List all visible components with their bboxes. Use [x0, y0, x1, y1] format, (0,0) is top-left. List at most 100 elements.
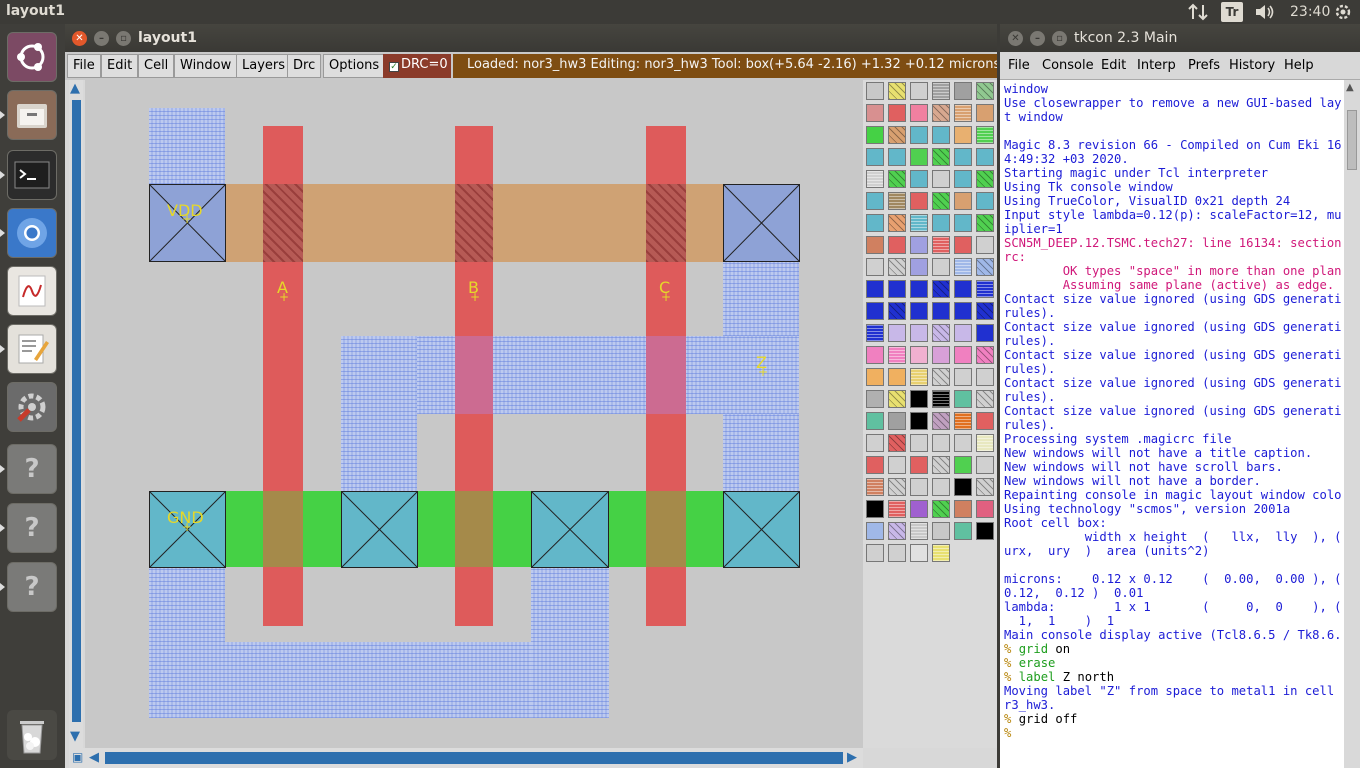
minimize-window-icon[interactable]: – [94, 31, 109, 46]
layer-swatch[interactable] [910, 478, 928, 496]
layer-swatch[interactable] [976, 434, 994, 452]
layer-swatch[interactable] [866, 324, 884, 342]
layer-swatch[interactable] [932, 478, 950, 496]
layer-swatch[interactable] [954, 478, 972, 496]
layer-swatch[interactable] [932, 346, 950, 364]
layer-swatch[interactable] [932, 126, 950, 144]
layer-swatch[interactable] [976, 324, 994, 342]
layer-swatch[interactable] [888, 148, 906, 166]
layer-swatch[interactable] [888, 170, 906, 188]
layer-swatch[interactable] [910, 302, 928, 320]
ubuntu-dash-icon[interactable] [7, 32, 57, 82]
layer-swatch[interactable] [910, 280, 928, 298]
layer-swatch[interactable] [954, 104, 972, 122]
layer-swatch[interactable] [932, 170, 950, 188]
tkcon-menu-history[interactable]: History [1229, 58, 1275, 73]
tkcon-menu-file[interactable]: File [1008, 58, 1030, 73]
layer-swatch[interactable] [888, 126, 906, 144]
layer-swatch[interactable] [888, 412, 906, 430]
layer-swatch[interactable] [888, 214, 906, 232]
layer-swatch[interactable] [954, 258, 972, 276]
layer-swatch[interactable] [888, 390, 906, 408]
layer-swatch[interactable] [910, 258, 928, 276]
layer-swatch[interactable] [866, 368, 884, 386]
layer-swatch[interactable] [932, 500, 950, 518]
layer-swatch[interactable] [866, 346, 884, 364]
layer-swatch[interactable] [954, 82, 972, 100]
zoom-box-icon[interactable]: ▣ [72, 750, 83, 764]
tkcon-menu-edit[interactable]: Edit [1101, 58, 1126, 73]
drc-toggle[interactable]: ✓ DRC=0 [383, 54, 451, 78]
unknown-app-icon[interactable]: ? [7, 562, 57, 612]
layer-swatch[interactable] [954, 434, 972, 452]
horizontal-scroll-thumb[interactable] [105, 752, 843, 764]
tkcon-scroll-thumb[interactable] [1347, 110, 1357, 170]
layer-swatch[interactable] [910, 368, 928, 386]
layer-swatch[interactable] [932, 324, 950, 342]
layer-swatch[interactable] [910, 104, 928, 122]
menu-drc[interactable]: Drc [287, 54, 322, 78]
maximize-window-icon[interactable]: ▫ [1052, 31, 1067, 46]
files-icon[interactable] [7, 90, 57, 140]
vertical-scrollbar[interactable]: ▲ ▼ [69, 80, 83, 748]
text-editor-icon[interactable] [7, 324, 57, 374]
minimize-window-icon[interactable]: – [1030, 31, 1045, 46]
horizontal-scrollbar[interactable]: ▣ ◀ ▶ [69, 748, 863, 768]
tkcon-menu-prefs[interactable]: Prefs [1188, 58, 1220, 73]
layer-swatch[interactable] [866, 214, 884, 232]
layer-swatch[interactable] [866, 302, 884, 320]
close-window-icon[interactable]: ✕ [72, 31, 87, 46]
layer-swatch[interactable] [976, 280, 994, 298]
layer-swatch[interactable] [866, 500, 884, 518]
layer-swatch[interactable] [932, 302, 950, 320]
power-gear-icon[interactable] [1334, 2, 1352, 22]
pdf-viewer-icon[interactable] [7, 266, 57, 316]
layer-swatch[interactable] [954, 412, 972, 430]
layer-swatch[interactable] [888, 192, 906, 210]
scroll-right-arrow-icon[interactable]: ▶ [847, 750, 857, 765]
layer-swatch[interactable] [976, 82, 994, 100]
scroll-up-arrow-icon[interactable]: ▲ [70, 81, 80, 96]
layer-swatch[interactable] [954, 126, 972, 144]
layer-swatch[interactable] [888, 544, 906, 562]
console-output[interactable]: window Use closewrapper to remove a new G… [1004, 82, 1342, 768]
layer-swatch[interactable] [932, 236, 950, 254]
layer-swatch[interactable] [954, 192, 972, 210]
layer-swatch[interactable] [910, 390, 928, 408]
layer-swatch[interactable] [866, 434, 884, 452]
layer-swatch[interactable] [954, 236, 972, 254]
layer-swatch[interactable] [932, 104, 950, 122]
layout-canvas[interactable]: VDD + GND + A + B + C + Z + [85, 80, 863, 748]
chromium-icon[interactable] [7, 208, 57, 258]
close-window-icon[interactable]: ✕ [1008, 31, 1023, 46]
layer-swatch[interactable] [910, 456, 928, 474]
menu-edit[interactable]: Edit [101, 54, 139, 78]
layer-swatch[interactable] [976, 302, 994, 320]
layer-swatch[interactable] [910, 236, 928, 254]
layer-swatch[interactable] [954, 280, 972, 298]
layer-swatch[interactable] [866, 478, 884, 496]
layer-swatch[interactable] [910, 544, 928, 562]
layer-swatch[interactable] [866, 456, 884, 474]
layer-swatch[interactable] [910, 324, 928, 342]
tkcon-titlebar[interactable]: ✕ – ▫ tkcon 2.3 Main [1000, 24, 1360, 52]
layer-swatch[interactable] [932, 368, 950, 386]
layer-swatch[interactable] [888, 478, 906, 496]
menu-options[interactable]: Options [323, 54, 386, 78]
layer-swatch[interactable] [976, 214, 994, 232]
menu-window[interactable]: Window [174, 54, 238, 78]
layer-swatch[interactable] [888, 302, 906, 320]
window-titlebar[interactable]: ✕ – ▫ layout1 [65, 24, 997, 52]
layer-swatch[interactable] [932, 412, 950, 430]
layer-swatch[interactable] [910, 82, 928, 100]
network-transfer-icon[interactable] [1188, 2, 1208, 22]
layer-swatch[interactable] [976, 126, 994, 144]
layer-swatch[interactable] [932, 192, 950, 210]
layer-swatch[interactable] [888, 346, 906, 364]
layer-swatch[interactable] [932, 82, 950, 100]
layer-swatch[interactable] [910, 126, 928, 144]
layer-swatch[interactable] [976, 368, 994, 386]
layer-swatch[interactable] [866, 258, 884, 276]
layer-swatch[interactable] [866, 104, 884, 122]
scroll-up-arrow-icon[interactable]: ▲ [1346, 82, 1354, 93]
